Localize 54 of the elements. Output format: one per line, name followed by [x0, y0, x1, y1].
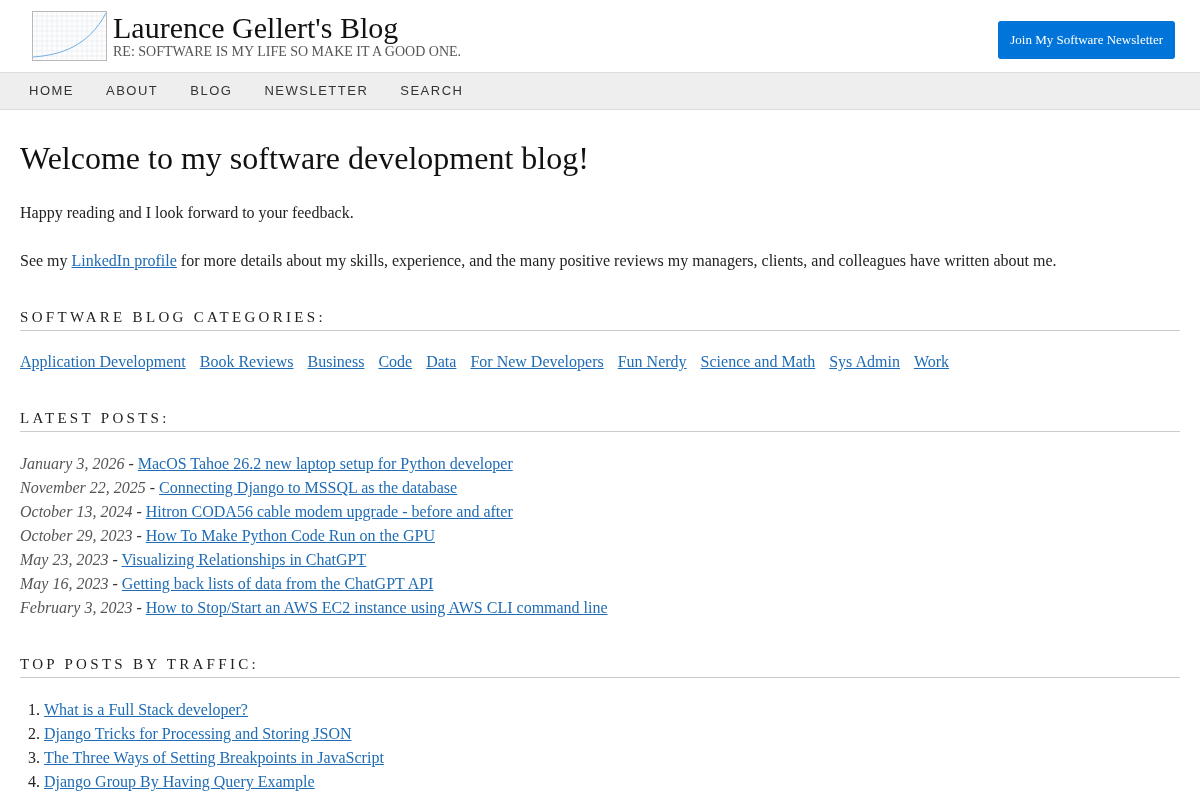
category-link[interactable]: For New Developers	[470, 350, 604, 374]
nav-link[interactable]: BLOG	[174, 73, 249, 109]
post-date: October 13, 2024	[20, 503, 133, 520]
category-link[interactable]: Application Development	[20, 350, 186, 374]
post-date: May 23, 2023	[20, 551, 109, 568]
category-link[interactable]: Book Reviews	[199, 350, 294, 374]
nav-link[interactable]: SEARCH	[384, 73, 480, 109]
nav-link[interactable]: ABOUT	[90, 73, 175, 109]
nav-link[interactable]: HOME	[13, 73, 90, 109]
list-number: 2.	[28, 724, 40, 744]
category-link[interactable]: Sys Admin	[829, 350, 900, 374]
category-link[interactable]: Work	[913, 350, 950, 374]
list-number: 4.	[28, 772, 40, 792]
post-link[interactable]: Hitron CODA56 cable modem upgrade - before and after	[145, 503, 513, 520]
dash-separator: -	[128, 455, 134, 472]
post-date: February 3, 2023	[20, 599, 133, 616]
post-link[interactable]: How To Make Python Code Run on the GPU	[145, 527, 435, 544]
post-link[interactable]: What is a Full Stack developer?	[44, 698, 248, 722]
graph-logo-icon	[32, 11, 107, 61]
category-link[interactable]: Business	[307, 350, 365, 374]
nav-link[interactable]: NEWSLETTER	[248, 73, 385, 109]
category-link[interactable]: Science and Math	[700, 350, 816, 374]
post-link[interactable]: Getting back lists of data from the ChatGPT API	[121, 575, 434, 592]
category-link[interactable]: Code	[378, 350, 413, 374]
post-link[interactable]: Django Group By Having Query Example	[44, 770, 315, 794]
post-date: October 29, 2023	[20, 527, 133, 544]
linkedin-link[interactable]: LinkedIn profile	[71, 252, 177, 269]
dash-separator: -	[149, 479, 156, 496]
post-link[interactable]: MacOS Tahoe 26.2 new laptop setup for Python developer	[137, 455, 513, 472]
section-heading: LATEST POSTS:	[20, 409, 170, 428]
dash-separator: -	[136, 599, 142, 616]
dash-separator: -	[136, 503, 142, 520]
post-date: May 16, 2023	[20, 575, 109, 592]
category-link[interactable]: Fun Nerdy	[617, 350, 687, 374]
dash-separator: -	[112, 575, 118, 592]
post-link[interactable]: Visualizing Relationships in ChatGPT	[121, 551, 367, 568]
newsletter-button[interactable]: Join My Software Newsletter	[998, 21, 1175, 59]
section-heading: SOFTWARE BLOG CATEGORIES:	[20, 308, 326, 327]
intro-paragraph: Happy reading and I look forward to your feedback.	[20, 203, 354, 224]
post-link[interactable]: How to Stop/Start an AWS EC2 instance using AWS CLI command line	[145, 599, 608, 616]
post-link[interactable]: Django Tricks for Processing and Storing JSON	[44, 722, 352, 746]
post-link[interactable]: Connecting Django to MSSQL as the database	[159, 479, 458, 496]
site-tagline: RE: SOFTWARE IS MY LIFE SO MAKE IT A GOOD ONE.	[113, 44, 462, 60]
linkedin-paragraph: See my LinkedIn profile for more details about my skills, experience, and the many positive reviews my managers, clients, and colleagues have written about me.	[20, 251, 1057, 272]
post-date: January 3, 2026	[20, 455, 125, 472]
page-heading: Welcome to my software development blog!	[20, 139, 589, 178]
post-link[interactable]: The Three Ways of Setting Breakpoints in JavaScript	[44, 746, 384, 770]
list-number: 3.	[28, 748, 40, 768]
dash-separator: -	[136, 527, 142, 544]
section-heading: TOP POSTS BY TRAFFIC:	[20, 655, 259, 674]
category-link[interactable]: Data	[426, 350, 457, 374]
list-number: 1.	[28, 700, 40, 720]
dash-separator: -	[112, 551, 118, 568]
post-date: November 22, 2025	[20, 479, 146, 496]
